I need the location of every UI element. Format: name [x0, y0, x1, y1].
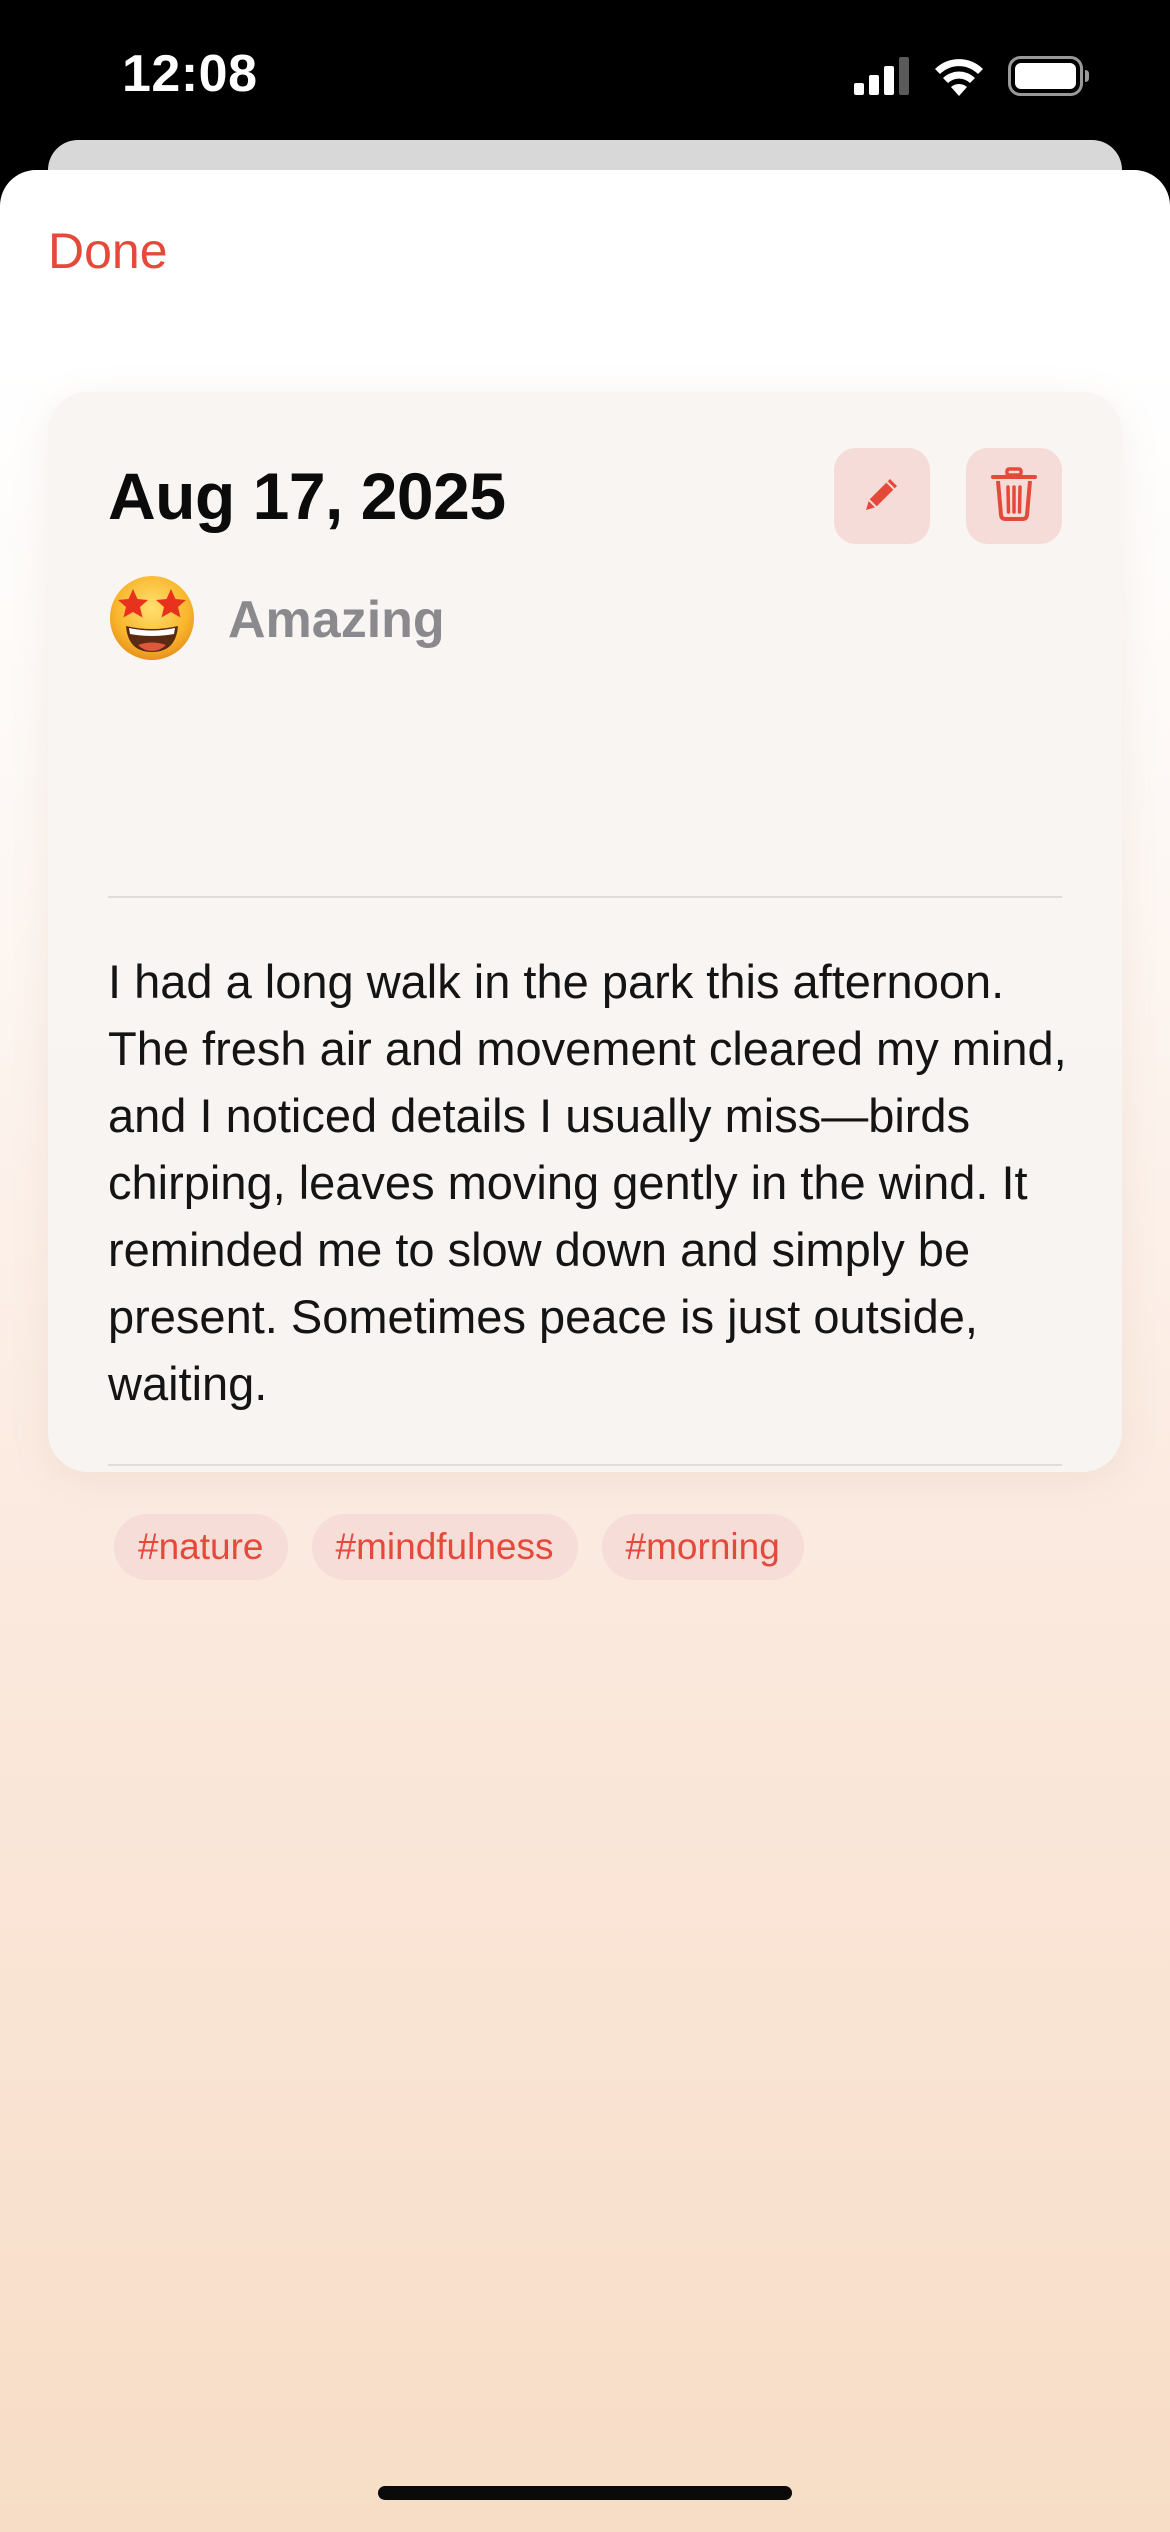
tag-chip[interactable]: #mindfulness — [311, 1514, 578, 1580]
star-struck-emoji-icon — [108, 574, 196, 667]
battery-icon — [1008, 55, 1090, 101]
divider — [108, 1464, 1062, 1466]
done-button[interactable]: Done — [48, 222, 168, 280]
status-bar: 12:08 — [0, 0, 1170, 140]
tag-list: #nature #mindfulness #morning — [114, 1514, 804, 1580]
divider — [108, 896, 1062, 898]
cellular-signal-icon — [854, 56, 910, 100]
trash-icon — [990, 466, 1038, 526]
journal-entry-card: Aug 17, 2025 Amazing I had a long walk i… — [48, 392, 1122, 1580]
pencil-icon — [860, 472, 904, 521]
mood-row: Amazing — [108, 572, 445, 668]
mood-label: Amazing — [228, 591, 445, 649]
entry-body-text: I had a long walk in the park this after… — [108, 955, 1067, 1410]
home-indicator[interactable] — [378, 2486, 792, 2500]
delete-button[interactable] — [966, 448, 1062, 544]
status-icons — [854, 54, 1090, 102]
entry-detail-sheet: Done Aug 17, 2025 Amazing I had a long w… — [0, 170, 1170, 2532]
entry-date: Aug 17, 2025 — [108, 459, 506, 533]
tag-chip[interactable]: #morning — [601, 1514, 804, 1580]
edit-button[interactable] — [834, 448, 930, 544]
tag-chip[interactable]: #nature — [114, 1514, 288, 1580]
status-time: 12:08 — [122, 45, 258, 103]
wifi-icon — [932, 56, 986, 101]
